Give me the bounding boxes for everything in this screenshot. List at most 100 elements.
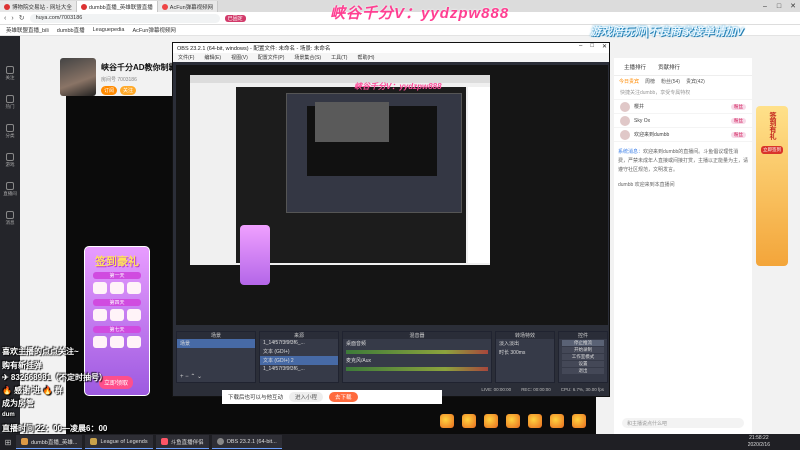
gift-icon[interactable] [506,414,520,428]
fire-icon [6,95,14,103]
menu-help[interactable]: 帮助(H) [357,54,374,61]
gift-item [93,309,107,321]
nested-obs [286,93,462,213]
menu-profile[interactable]: 配置文件(P) [258,54,285,61]
mixer-channel-label: 麦克风/Aux [346,358,372,364]
taskbar-item[interactable]: OBS 23.2.1 (64-bit... [211,435,282,449]
nav-game[interactable]: 游戏 [6,153,15,168]
promo-button[interactable]: 立即签到 [761,146,783,154]
menu-scene-collection[interactable]: 场景集合(S) [294,54,321,61]
tab-fans[interactable]: 粉丝(54) [661,78,680,85]
nested-capture [190,75,490,285]
studio-mode-button[interactable]: 工作室模式 [562,354,604,360]
bookmark-item[interactable]: AcFun弹幕视频网 [132,26,175,34]
add-remove-icon[interactable]: + − ⌃ ⌄ [180,373,202,380]
stop-streaming-button[interactable]: 停止推流 [562,340,604,346]
enter-mini-program-button[interactable]: 进入小程 [289,392,324,402]
clock[interactable]: 21:58:22 2020/2/16 [748,435,770,449]
grid-icon [6,124,14,132]
nav-message[interactable]: 消息 [6,211,15,226]
gift-icon[interactable] [550,414,564,428]
list-item[interactable]: 樱井 粉丝 [614,100,752,114]
overlay-text: 购有新挂弹 [2,361,42,370]
tab-favicon [4,3,10,10]
source-item[interactable]: 1_14f57f3f9f3f6_... [260,365,338,373]
taskbar-item[interactable]: League of Legends [85,435,153,449]
menu-tools[interactable]: 工具(T) [331,54,347,61]
list-item[interactable]: 欢迎来到dumbb 粉丝 [614,128,752,142]
welcome-message: dumbb 欢迎来到本直播间 [618,182,675,188]
taskbar-item[interactable]: dumbb直播_英雄... [16,435,83,449]
bookmark-item[interactable]: 英雄联盟直播_bili [6,26,49,34]
pin-badge: 已固定 [224,14,246,22]
chat-input[interactable]: 和主播说点什么吧 [622,418,744,428]
browser-tab[interactable]: 博物院交易站 - 网址大全 [0,1,77,12]
overlay-banner: 游戏陪玩师|不良商家接单请加V [590,26,744,38]
forward-icon[interactable]: › [11,15,13,22]
tab-contribution-rank[interactable]: 贡献排行 [658,63,680,71]
gift-icon[interactable] [462,414,476,428]
gift-icon[interactable] [484,414,498,428]
nav-category[interactable]: 分类 [6,124,15,139]
menu-edit[interactable]: 编辑(E) [204,54,221,61]
bookmark-item[interactable]: dumbb直播 [57,26,85,34]
window-controls: – □ ✕ [758,0,800,12]
source-item[interactable]: 文本 (GDI+) 2 [260,356,338,365]
download-button[interactable]: 去下载 [329,392,358,402]
gift-item [110,309,124,321]
taskbar: ⊞ dumbb直播_英雄... League of Legends 斗鱼直播伴侣… [0,434,800,450]
nested-chat [468,87,490,263]
nested-sign-card [240,225,270,285]
gift-icon[interactable] [528,414,542,428]
nav-hot[interactable]: 热门 [6,95,15,110]
subscribe-button[interactable]: 订阅 [101,86,118,95]
reload-icon[interactable]: ↻ [19,14,25,22]
minimize-icon[interactable]: – [579,43,582,50]
maximize-icon[interactable]: □ [590,43,594,50]
exit-button[interactable]: 退出 [562,368,604,374]
tab-week[interactable]: 周榜 [645,78,655,85]
maximize-icon[interactable]: □ [772,0,786,12]
gift-icon[interactable] [572,414,586,428]
start-recording-button[interactable]: 开始录制 [562,347,604,353]
volume-meter[interactable] [346,367,488,371]
settings-button[interactable]: 设置 [562,361,604,367]
day-label: 第一天 [93,272,141,279]
menu-file[interactable]: 文件(F) [178,54,194,61]
transition-select[interactable]: 淡入淡出 [496,339,554,348]
taskbar-item[interactable]: 斗鱼直播伴侣 [155,435,209,449]
close-icon[interactable]: ✕ [786,0,800,12]
promo-banner[interactable]: 签到有礼 立即签到 [756,106,788,266]
obs-preview[interactable]: 峡谷千分V：yydzpw888 [176,65,608,325]
tab-today-vip[interactable]: 今日贵宾 [619,78,639,85]
source-item[interactable]: 1_14f57f3f9f3f6_... [260,339,338,347]
gift-icon[interactable] [440,414,454,428]
tab-favicon [161,3,168,10]
browser-tab-active[interactable]: dumbb直播_英雄联盟直播 [76,1,158,12]
sources-dock: 来源 1_14f57f3f9f3f6_... 文本 (GDI+) 文本 (GDI… [259,331,339,383]
minimize-icon[interactable]: – [758,0,772,12]
scene-item[interactable]: 场景 [177,339,255,348]
tab-vip[interactable]: 贵宾(42) [686,78,705,85]
browser-tab[interactable]: AcFun弹幕视频网 [157,1,219,12]
follow-button[interactable]: 关注 [120,86,137,95]
overlay-text: 直播时间 22：00—凌晨6：00 [2,424,108,433]
volume-meter[interactable] [346,350,488,354]
bookmark-item[interactable]: Leaguepedia [93,27,125,33]
back-icon[interactable]: ‹ [4,15,6,22]
streamer-avatar[interactable] [60,58,96,96]
source-item[interactable]: 文本 (GDI+) [260,347,338,356]
obs-window: OBS 23.2.1 (64-bit, windows) - 配置文件: 未命名… [172,42,610,397]
transition-duration[interactable]: 时长 300ms [496,348,554,357]
url-input[interactable]: huya.com/7003186 [29,13,220,23]
tab-anchor-rank[interactable]: 主播排行 [624,63,646,71]
list-item[interactable]: Sky Ox 粉丝 [614,114,752,128]
watermark-text: 峡谷千分V：yydzpw888 [330,5,510,22]
nav-room[interactable]: 直播间 [3,182,17,197]
gift-item [93,336,107,348]
nav-follow[interactable]: 关注 [6,66,15,81]
close-icon[interactable]: ✕ [602,43,607,50]
gift-item [110,282,124,294]
windows-start-icon[interactable]: ⊞ [0,434,16,450]
menu-view[interactable]: 视图(V) [231,54,248,61]
